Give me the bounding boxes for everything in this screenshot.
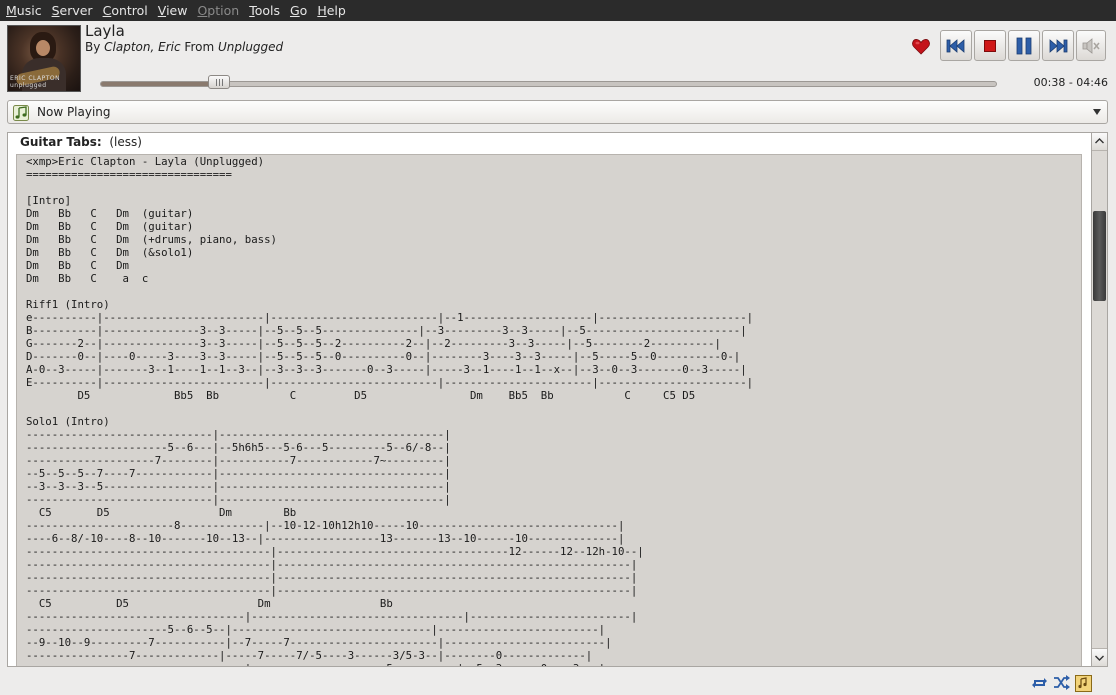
- menu-control[interactable]: Control: [98, 0, 153, 21]
- menu-tools[interactable]: Tools: [244, 0, 285, 21]
- menu-label-rest: ontrol: [111, 3, 148, 18]
- chevron-down-icon: [1095, 655, 1104, 661]
- album-cover[interactable]: ERIC CLAPTON unplugged: [7, 25, 81, 92]
- now-playing-header: ERIC CLAPTON unplugged Layla By Clapton,…: [0, 21, 1116, 97]
- time-display: 00:38 - 04:46: [1034, 76, 1108, 89]
- dynamic-playlist-icon: [1075, 675, 1092, 692]
- volume-muted-icon: [1082, 37, 1100, 54]
- less-toggle-link[interactable]: (less): [109, 135, 142, 149]
- menu-music[interactable]: Music: [1, 0, 47, 21]
- menu-label-rest: ools: [254, 3, 280, 18]
- source-label: Now Playing: [37, 105, 111, 119]
- total-time: 04:46: [1076, 76, 1108, 89]
- music-note-icon: [13, 105, 29, 121]
- source-selector[interactable]: Now Playing: [7, 100, 1108, 124]
- repeat-toggle[interactable]: [1031, 675, 1048, 690]
- menu-mnemonic: G: [289, 3, 300, 18]
- cover-caption: ERIC CLAPTON unplugged: [10, 75, 61, 89]
- menu-mnemonic: C: [102, 3, 112, 18]
- menu-label-rest: ption: [207, 3, 240, 18]
- time-separator: -: [1065, 76, 1077, 89]
- previous-track-icon: [946, 38, 965, 53]
- context-panel: Guitar Tabs: (less) <xmp>Eric Clapton - …: [7, 132, 1092, 667]
- menu-go[interactable]: Go: [285, 0, 312, 21]
- status-bar: [0, 672, 1116, 693]
- guitar-tabs-text: <xmp>Eric Clapton - Layla (Unplugged) ==…: [26, 155, 754, 666]
- by-label: By: [85, 40, 101, 54]
- scroll-thumb[interactable]: [1093, 211, 1106, 301]
- dynamic-playlist-toggle[interactable]: [1075, 675, 1092, 692]
- progress-fill: [101, 82, 221, 86]
- progress-bar[interactable]: [100, 81, 997, 87]
- guitar-tabs-box: <xmp>Eric Clapton - Layla (Unplugged) ==…: [16, 154, 1082, 666]
- love-button[interactable]: [912, 38, 930, 55]
- guitar-tabs-heading: Guitar Tabs: (less): [20, 135, 142, 149]
- next-button[interactable]: [1042, 30, 1074, 61]
- repeat-icon: [1032, 678, 1047, 688]
- pause-icon: [1016, 37, 1032, 54]
- menu-view[interactable]: View: [153, 0, 193, 21]
- cover-figure-face: [36, 40, 50, 56]
- scroll-up-button[interactable]: [1092, 133, 1107, 151]
- stop-button[interactable]: [974, 30, 1006, 61]
- menubar: Music Server Control View Option Tools Go Help: [0, 0, 1116, 21]
- menu-label-rest: iew: [166, 3, 188, 18]
- album-link[interactable]: Unplugged: [218, 40, 283, 54]
- pause-button[interactable]: [1008, 30, 1040, 61]
- previous-button[interactable]: [940, 30, 972, 61]
- menu-label-rest: o: [299, 3, 308, 18]
- menu-server[interactable]: Server: [47, 0, 98, 21]
- menu-mnemonic: S: [51, 3, 60, 18]
- menu-option[interactable]: Option: [192, 0, 244, 21]
- vertical-scrollbar[interactable]: [1092, 132, 1108, 667]
- track-title: Layla: [85, 22, 125, 40]
- menu-label-rest: elp: [326, 3, 346, 18]
- shuffle-icon: [1054, 675, 1070, 690]
- progress-handle[interactable]: [208, 75, 231, 89]
- heart-icon: [912, 39, 930, 55]
- menu-help[interactable]: Help: [312, 0, 351, 21]
- chevron-down-icon: [1093, 109, 1101, 115]
- shuffle-toggle[interactable]: [1053, 675, 1070, 690]
- menu-mnemonic: O: [197, 3, 208, 18]
- guitar-tabs-title: Guitar Tabs:: [20, 135, 102, 149]
- stop-icon: [984, 39, 996, 52]
- menu-label-rest: usic: [16, 3, 42, 18]
- menu-label-rest: erver: [59, 3, 93, 18]
- next-track-icon: [1049, 38, 1068, 53]
- volume-button[interactable]: [1076, 30, 1106, 61]
- handle-grip: [216, 79, 224, 86]
- chevron-up-icon: [1095, 138, 1104, 144]
- menu-mnemonic: H: [317, 3, 327, 18]
- menu-mnemonic: M: [6, 3, 17, 18]
- elapsed-time: 00:38: [1033, 76, 1066, 89]
- menu-mnemonic: V: [157, 3, 167, 18]
- artist-link[interactable]: Clapton, Eric: [104, 40, 180, 54]
- from-label: From: [184, 40, 215, 54]
- track-meta: By Clapton, Eric From Unplugged: [85, 40, 283, 54]
- scroll-down-button[interactable]: [1092, 648, 1107, 666]
